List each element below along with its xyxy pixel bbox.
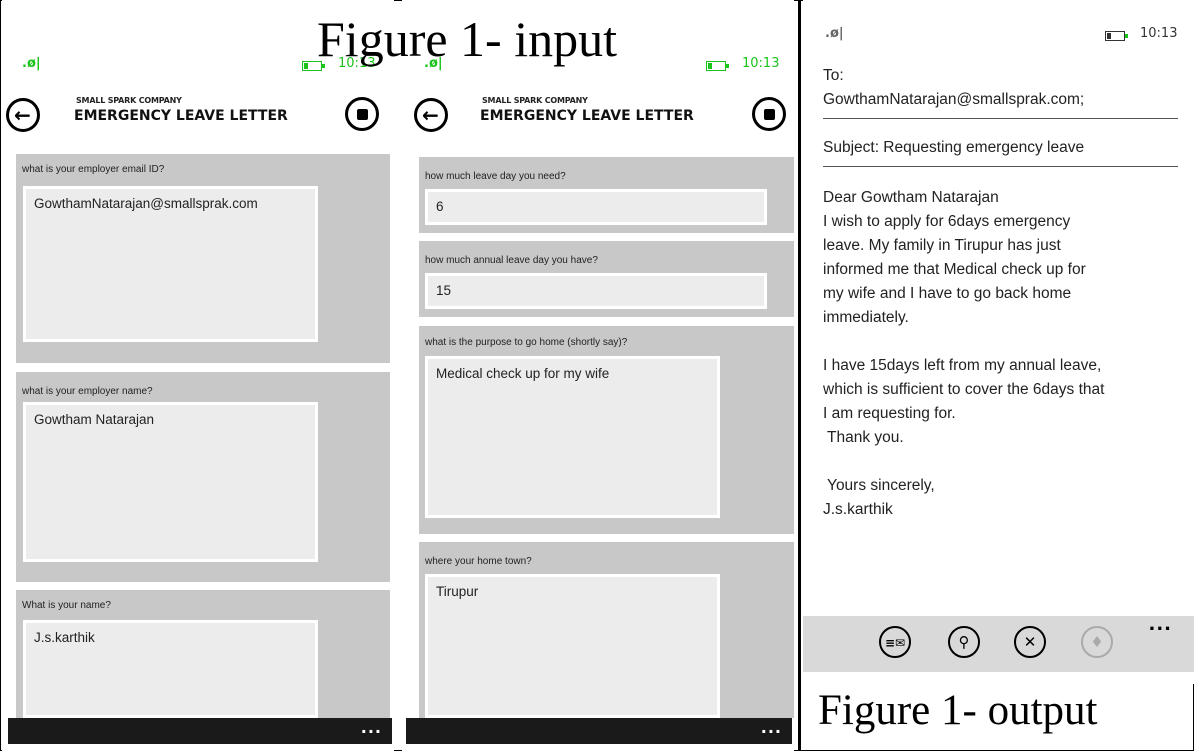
back-button[interactable]: ← [414, 98, 448, 132]
body-line: immediately. [823, 309, 909, 326]
more-menu-button[interactable]: ... [361, 718, 382, 737]
question-panel: what is your employer name? Gowtham Nata… [16, 372, 390, 582]
employer-name-field[interactable]: Gowtham Natarajan [23, 402, 318, 562]
question-label: what is the purpose to go home (shortly … [425, 337, 628, 348]
attach-button[interactable]: ⚲ [948, 626, 980, 658]
body-line: Thank you. [823, 429, 904, 446]
screen-input-right: .ø| 10:13 ← SMALL SPARK COMPANY EMERGENC… [402, 0, 794, 751]
delete-icon: ✕ [1023, 633, 1037, 651]
back-arrow-icon: ← [422, 103, 439, 127]
send-icon: ≡✉ [884, 636, 906, 650]
more-menu-button[interactable]: ... [1148, 614, 1172, 635]
signal-icon: .ø| [22, 56, 41, 71]
question-panel: what is your employer email ID? GowthamN… [16, 154, 390, 363]
body-line: leave. My family in Tirupur has just [823, 237, 1061, 254]
clock: 10:13 [742, 56, 780, 71]
body-line: Dear Gowtham Natarajan [823, 189, 999, 206]
back-button[interactable]: ← [6, 98, 40, 132]
app-bar: ← SMALL SPARK COMPANY EMERGENCY LEAVE LE… [402, 92, 794, 148]
attach-icon: ⚲ [958, 633, 970, 651]
stop-icon [357, 109, 368, 120]
leave-days-field[interactable]: 6 [425, 189, 767, 225]
body-line: which is sufficient to cover the 6days t… [823, 381, 1105, 398]
body-line [823, 450, 1183, 474]
question-panel: where your home town? Tirupur [419, 542, 794, 718]
email-compose-screen: .ø| 10:13 To: GowthamNatarajan@smallspra… [803, 0, 1194, 684]
subject-divider [823, 166, 1178, 167]
email-body[interactable]: Dear Gowtham Natarajan I wish to apply f… [823, 186, 1183, 522]
question-label: where your home town? [425, 556, 532, 567]
question-label: how much leave day you need? [425, 171, 566, 182]
to-label: To: [823, 67, 844, 84]
to-divider [823, 118, 1178, 119]
app-bottom-bar: ... [406, 718, 792, 744]
figure-caption-input: Figure 1- input [317, 11, 617, 67]
form-scroll-area: how much leave day you need? 6 how much … [419, 157, 794, 718]
figure-caption-output: Figure 1- output [818, 687, 1098, 734]
question-panel: what is the purpose to go home (shortly … [419, 326, 794, 534]
your-name-field[interactable]: J.s.karthik [23, 620, 318, 718]
battery-icon [1105, 31, 1128, 41]
send-button[interactable]: ≡✉ [879, 626, 911, 658]
back-arrow-icon: ← [14, 103, 31, 127]
subject-field[interactable]: Subject: Requesting emergency leave [823, 136, 1084, 160]
question-panel: how much annual leave day you have? 15 [419, 241, 794, 317]
clock: 10:13 [1140, 26, 1178, 41]
question-label: What is your name? [22, 600, 111, 611]
to-recipient-field[interactable]: GowthamNatarajan@smallsprak.com; [823, 88, 1084, 112]
dictate-button[interactable]: ♦ [1081, 626, 1113, 658]
question-panel: how much leave day you need? 6 [419, 157, 794, 233]
annual-leave-field[interactable]: 15 [425, 273, 767, 309]
delete-button[interactable]: ✕ [1014, 626, 1046, 658]
question-panel: What is your name? J.s.karthik [16, 590, 390, 718]
body-line: J.s.karthik [823, 501, 893, 518]
email-command-bar: ≡✉ ⚲ ✕ ♦ ... [803, 614, 1194, 672]
screen-input-left: .ø| 10:13 ← SMALL SPARK COMPANY EMERGENC… [2, 0, 394, 751]
page-title: EMERGENCY LEAVE LETTER [480, 108, 694, 124]
status-bar: .ø| 10:13 [803, 26, 1194, 46]
body-line: I wish to apply for 6days emergency [823, 213, 1071, 230]
company-name: SMALL SPARK COMPANY [482, 96, 588, 105]
question-label: what is your employer name? [22, 386, 153, 397]
microphone-icon: ♦ [1090, 633, 1104, 651]
page-title: EMERGENCY LEAVE LETTER [74, 108, 288, 124]
question-label: how much annual leave day you have? [425, 255, 598, 266]
app-bottom-bar: ... [8, 718, 392, 744]
employer-email-field[interactable]: GowthamNatarajan@smallsprak.com [23, 186, 318, 342]
body-line [823, 330, 1183, 354]
home-town-field[interactable]: Tirupur [425, 574, 720, 718]
stop-icon [764, 109, 775, 120]
body-line: I have 15days left from my annual leave, [823, 357, 1102, 374]
question-label: what is your employer email ID? [22, 164, 165, 175]
stop-button[interactable] [345, 97, 379, 131]
form-scroll-area: what is your employer email ID? GowthamN… [16, 154, 390, 718]
body-line: my wife and I have to go back home [823, 285, 1072, 302]
signal-icon: .ø| [825, 26, 844, 41]
stop-button[interactable] [752, 97, 786, 131]
battery-icon [706, 61, 729, 71]
company-name: SMALL SPARK COMPANY [76, 96, 182, 105]
app-bar: ← SMALL SPARK COMPANY EMERGENCY LEAVE LE… [2, 92, 394, 148]
screen-divider [798, 0, 801, 751]
body-line: I am requesting for. [823, 405, 956, 422]
more-menu-button[interactable]: ... [761, 718, 782, 737]
purpose-field[interactable]: Medical check up for my wife [425, 356, 720, 518]
body-line: Yours sincerely, [823, 477, 935, 494]
body-line: informed me that Medical check up for [823, 261, 1086, 278]
